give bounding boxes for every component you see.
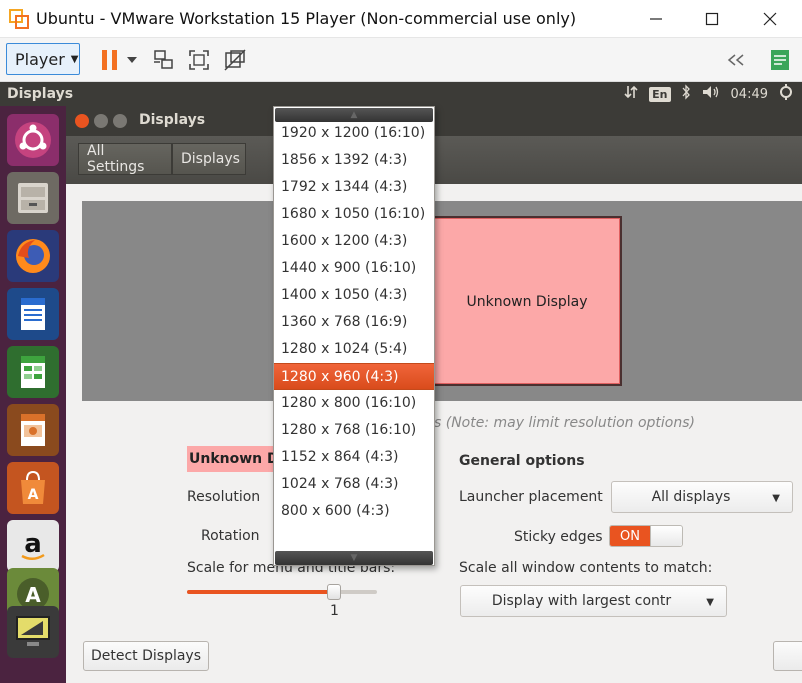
apply-button[interactable]	[773, 641, 802, 671]
scale-all-value: Display with largest contr	[491, 593, 672, 609]
ubuntu-top-panel: Displays En 04:49	[0, 82, 802, 106]
player-menu-label: Player	[15, 49, 65, 69]
resolution-option[interactable]: 1280 x 768 (16:10)	[274, 417, 434, 444]
detect-displays-button[interactable]: Detect Displays	[83, 641, 209, 671]
send-keys-icon[interactable]	[150, 46, 178, 74]
rotation-label: Rotation	[201, 528, 260, 544]
bluetooth-icon[interactable]	[681, 84, 691, 104]
vmware-toolbar: Player ▼	[0, 38, 802, 82]
chevron-down-icon: ▼	[772, 493, 780, 504]
display-heading: Unknown Display	[187, 446, 277, 472]
launcher-placement-label: Launcher placement	[459, 489, 603, 505]
svg-text:A: A	[28, 487, 39, 503]
sticky-edges-label: Sticky edges	[514, 529, 603, 545]
gear-icon[interactable]	[778, 84, 794, 104]
panel-app-title: Displays	[7, 86, 74, 102]
firefox-icon[interactable]	[7, 230, 59, 282]
maximize-icon[interactable]	[113, 114, 127, 128]
resolution-option[interactable]: 1360 x 768 (16:9)	[274, 309, 434, 336]
settings-window-title: Displays	[139, 112, 206, 128]
resolution-option[interactable]: 1600 x 1200 (4:3)	[274, 228, 434, 255]
resolution-option-selected[interactable]: 1280 x 960 (4:3)	[274, 363, 434, 390]
calc-icon[interactable]	[7, 346, 59, 398]
resolution-dropdown-menu[interactable]: ▲ 1920 x 1200 (16:10) 1856 x 1392 (4:3) 17…	[273, 106, 435, 566]
resolution-option[interactable]: 1440 x 900 (16:10)	[274, 255, 434, 282]
notes-icon[interactable]	[766, 46, 794, 74]
resolution-option[interactable]: 1400 x 1050 (4:3)	[274, 282, 434, 309]
ubuntu-launcher: A a A	[0, 106, 66, 683]
resolution-option[interactable]: 1680 x 1050 (16:10)	[274, 201, 434, 228]
pause-icon[interactable]	[96, 46, 124, 74]
scale-all-label: Scale all window contents to match:	[459, 560, 713, 576]
resolution-label: Resolution	[187, 489, 261, 505]
resolution-option[interactable]: 1152 x 864 (4:3)	[274, 444, 434, 471]
sticky-edges-state: ON	[610, 526, 650, 546]
keyboard-layout-indicator[interactable]: En	[649, 86, 671, 102]
scale-value: 1	[330, 603, 339, 619]
launcher-placement-value: All displays	[651, 489, 731, 505]
svg-text:A: A	[25, 583, 41, 607]
window-title-bar: Ubuntu - VMware Workstation 15 Player (N…	[0, 0, 802, 38]
system-tray: En 04:49	[623, 82, 802, 106]
chevron-down-icon: ▼	[70, 53, 79, 65]
chevron-down-icon[interactable]	[122, 46, 142, 74]
resolution-option[interactable]: 1792 x 1344 (4:3)	[274, 174, 434, 201]
scale-slider-fill	[187, 590, 334, 594]
close-icon[interactable]	[742, 0, 798, 38]
display-arrangement-area: Unknown Display	[82, 201, 802, 401]
unity-icon[interactable]	[221, 46, 249, 74]
displays-app-icon[interactable]	[7, 606, 59, 658]
player-menu-button[interactable]: Player ▼	[6, 43, 80, 75]
ubuntu-dash-icon[interactable]	[7, 114, 59, 166]
close-icon[interactable]	[75, 114, 89, 128]
svg-text:a: a	[24, 529, 42, 559]
clock[interactable]: 04:49	[731, 87, 768, 102]
scroll-down-icon[interactable]: ▼	[275, 551, 433, 565]
resolution-option[interactable]: 800 x 600 (4:3)	[274, 498, 434, 525]
back-arrows-icon[interactable]	[722, 46, 750, 74]
resolution-option[interactable]: 1920 x 1200 (16:10)	[274, 120, 434, 147]
vmware-logo-icon	[9, 9, 29, 29]
display-preview[interactable]: Unknown Display	[432, 216, 622, 386]
impress-icon[interactable]	[7, 404, 59, 456]
writer-icon[interactable]	[7, 288, 59, 340]
chevron-down-icon: ▼	[706, 597, 714, 608]
amazon-icon[interactable]: a	[7, 520, 59, 572]
all-settings-button[interactable]: All Settings	[78, 143, 172, 175]
launcher-placement-select[interactable]: All displays ▼	[611, 481, 793, 513]
scale-slider-thumb[interactable]	[327, 584, 341, 600]
fullscreen-icon[interactable]	[185, 46, 213, 74]
minimize-icon[interactable]	[628, 0, 684, 38]
scale-slider[interactable]	[187, 584, 377, 600]
minimize-icon[interactable]	[94, 114, 108, 128]
resolution-option[interactable]: 1280 x 800 (16:10)	[274, 390, 434, 417]
scale-all-select[interactable]: Display with largest contr ▼	[460, 585, 727, 617]
volume-icon[interactable]	[701, 84, 721, 104]
files-icon[interactable]	[7, 172, 59, 224]
window-title: Ubuntu - VMware Workstation 15 Player (N…	[36, 9, 577, 28]
general-options-heading: General options	[459, 453, 585, 469]
sticky-edges-toggle[interactable]: ON	[609, 525, 683, 547]
resolution-option[interactable]: 1280 x 1024 (5:4)	[274, 336, 434, 363]
resolution-option[interactable]: 1024 x 768 (4:3)	[274, 471, 434, 498]
resolution-note: s (Note: may limit resolution options)	[434, 415, 695, 431]
toggle-knob	[650, 526, 682, 546]
resolution-options-list: 1920 x 1200 (16:10) 1856 x 1392 (4:3) 1792…	[274, 120, 434, 525]
software-center-icon[interactable]: A	[7, 462, 59, 514]
maximize-icon[interactable]	[684, 0, 740, 38]
resolution-option[interactable]: 1856 x 1392 (4:3)	[274, 147, 434, 174]
breadcrumb-displays[interactable]: Displays	[172, 143, 246, 175]
network-icon[interactable]	[623, 84, 639, 104]
display-preview-label: Unknown Display	[466, 294, 588, 310]
